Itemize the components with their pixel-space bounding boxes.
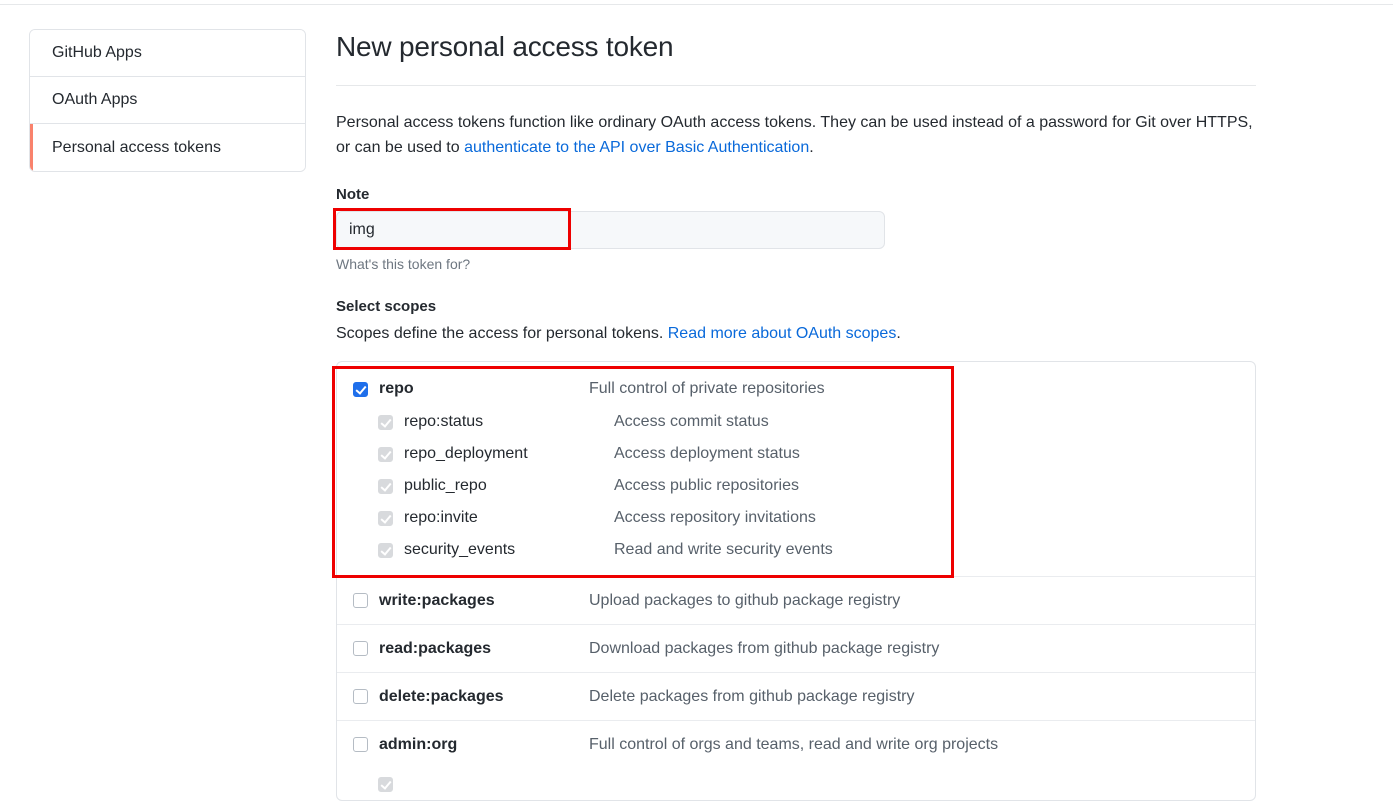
scope-description: Access deployment status — [614, 445, 800, 462]
scope-description: Delete packages from github package regi… — [589, 687, 915, 705]
checkbox-repo[interactable] — [353, 381, 368, 397]
checkbox-admin-org[interactable] — [353, 737, 368, 752]
sidebar-item-personal-access-tokens[interactable]: Personal access tokens — [30, 124, 305, 171]
checkbox-repo-deployment — [378, 446, 393, 462]
scope-name: repo:status — [404, 413, 484, 430]
sidebar-item-label: GitHub Apps — [52, 44, 142, 61]
scope-row-repo[interactable]: repo Full control of private repositorie… — [337, 372, 1255, 406]
checkbox-repo-invite — [378, 510, 393, 526]
scope-row-delete-packages[interactable]: delete:packages Delete packages from git… — [337, 673, 1255, 720]
scope-row-repo-invite[interactable]: repo:invite Access repository invitation… — [337, 502, 1255, 534]
scope-group-admin-org: admin:org Full control of orgs and teams… — [337, 721, 1255, 800]
note-input[interactable] — [336, 211, 885, 249]
note-hint: What's this token for? — [336, 256, 471, 272]
checkbox-delete-packages[interactable] — [353, 689, 368, 704]
scope-name: repo — [379, 380, 414, 397]
scope-description: Read and write security events — [614, 541, 833, 558]
scopes-desc-before: Scopes define the access for personal to… — [336, 325, 668, 342]
scope-name: security_events — [404, 541, 516, 558]
scope-description: Full control of orgs and teams, read and… — [589, 735, 999, 753]
select-scopes-description: Scopes define the access for personal to… — [336, 325, 1256, 343]
checkbox-repo-status — [378, 414, 393, 430]
scope-row-read-packages[interactable]: read:packages Download packages from git… — [337, 625, 1255, 672]
note-label: Note — [336, 186, 370, 203]
scope-row-write-packages[interactable]: write:packages Upload packages to github… — [337, 577, 1255, 624]
scope-description: Download packages from github package re… — [589, 639, 940, 657]
scope-row-security-events[interactable]: security_events Read and write security … — [337, 534, 1255, 566]
scope-row-repo-deployment[interactable]: repo_deployment Access deployment status — [337, 438, 1255, 470]
scope-description: Access repository invitations — [614, 509, 816, 526]
note-field-wrapper — [336, 211, 885, 249]
scope-description: Access commit status — [614, 413, 769, 430]
scope-name: repo:invite — [404, 509, 478, 526]
scope-description: Full control of private repositories — [589, 380, 825, 397]
scopes-desc-after: . — [896, 325, 901, 342]
scopes-container: repo Full control of private repositorie… — [336, 361, 1256, 801]
token-settings-page: GitHub Apps OAuth Apps Personal access t… — [0, 0, 1393, 801]
checkbox-security-events — [378, 542, 393, 558]
scope-group-delete-packages: delete:packages Delete packages from git… — [337, 673, 1255, 721]
page-title: New personal access token — [336, 31, 674, 62]
checkbox-read-packages[interactable] — [353, 641, 368, 656]
scope-name: delete:packages — [379, 687, 504, 705]
scope-row-public-repo[interactable]: public_repo Access public repositories — [337, 470, 1255, 502]
scope-row-repo-status[interactable]: repo:status Access commit status — [337, 406, 1255, 438]
sidebar-item-oauth-apps[interactable]: OAuth Apps — [30, 77, 305, 124]
checkbox-write-packages[interactable] — [353, 593, 368, 608]
scope-name: public_repo — [404, 477, 487, 494]
basic-auth-link[interactable]: authenticate to the API over Basic Authe… — [464, 139, 809, 156]
checkbox-public-repo — [378, 478, 393, 494]
sidebar-item-label: Personal access tokens — [52, 138, 221, 156]
scope-group-read-packages: read:packages Download packages from git… — [337, 625, 1255, 673]
scope-description: Upload packages to github package regist… — [589, 591, 901, 609]
main-content: New personal access token Personal acces… — [336, 29, 1256, 801]
scope-description: Access public repositories — [614, 477, 799, 494]
scope-name: write:packages — [379, 591, 495, 609]
scope-group-write-packages: write:packages Upload packages to github… — [337, 577, 1255, 625]
checkbox-admin-org-child — [378, 776, 393, 792]
intro-text-after: . — [809, 139, 814, 156]
scope-name: admin:org — [379, 735, 458, 753]
sidebar-item-label: OAuth Apps — [52, 91, 138, 108]
oauth-scopes-link[interactable]: Read more about OAuth scopes — [668, 325, 897, 342]
sidebar-item-github-apps[interactable]: GitHub Apps — [30, 30, 305, 77]
title-divider — [336, 85, 1256, 86]
select-scopes-title: Select scopes — [336, 298, 437, 315]
scope-name: read:packages — [379, 639, 492, 657]
settings-sidebar: GitHub Apps OAuth Apps Personal access t… — [29, 29, 306, 172]
scope-name: repo_deployment — [404, 445, 528, 462]
scope-group-repo: repo Full control of private repositorie… — [337, 372, 1255, 577]
scope-row-admin-org[interactable]: admin:org Full control of orgs and teams… — [337, 721, 1255, 768]
scope-row-admin-org-child-clipped[interactable] — [337, 768, 1255, 800]
intro-paragraph: Personal access tokens function like ord… — [336, 110, 1261, 160]
